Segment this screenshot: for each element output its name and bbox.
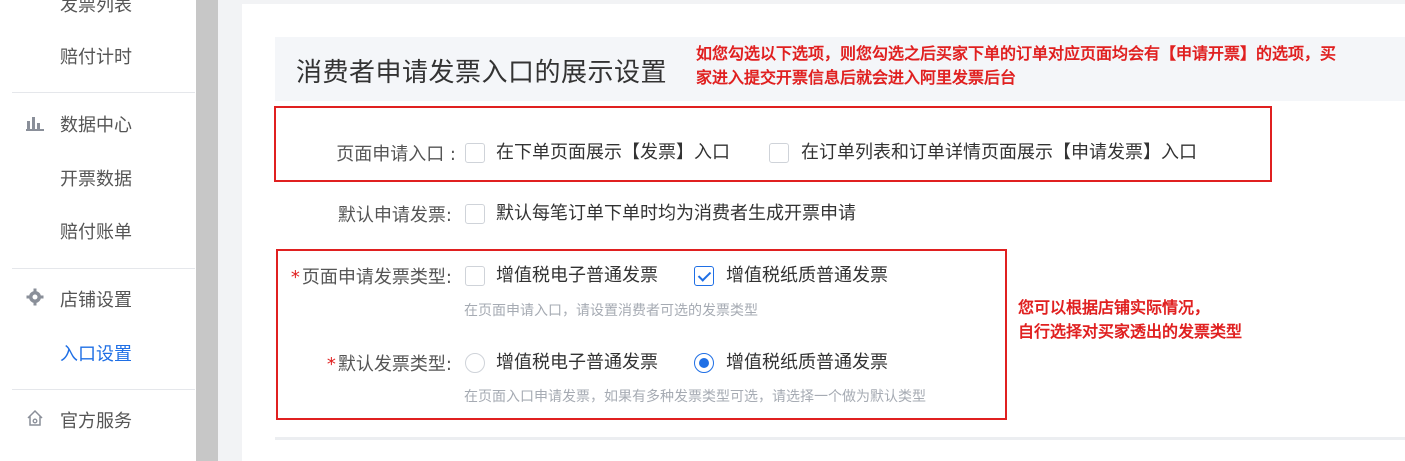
sidebar-divider xyxy=(12,92,195,93)
checkbox-electronic-invoice[interactable] xyxy=(465,266,485,286)
sidebar-group-data-center[interactable]: 数据中心 xyxy=(0,106,196,146)
sidebar-item-entry-settings[interactable]: 入口设置 xyxy=(0,335,196,375)
sidebar-group-label: 官方服务 xyxy=(60,411,132,432)
sidebar-item-label: 入口设置 xyxy=(60,344,132,365)
sidebar-item-compensation-bill[interactable]: 赔付账单 xyxy=(0,213,196,253)
option-label[interactable]: 增值税纸质普通发票 xyxy=(726,263,888,289)
option-label[interactable]: 在订单列表和订单详情页面展示【申请发票】入口 xyxy=(801,140,1197,166)
sidebar-item-invoice-list[interactable]: 发票列表 xyxy=(0,0,196,26)
sidebar: 发票列表 赔付计时 数据中心 开票数据 赔付账单 店铺设置 入口设置 官方服务 xyxy=(0,0,196,461)
annotation-side-line: 自行选择对买家透出的发票类型 xyxy=(1018,322,1243,341)
sidebar-divider xyxy=(12,389,195,390)
sidebar-item-compensation-timer[interactable]: 赔付计时 xyxy=(0,38,196,78)
invoice-types-label: * 页面申请发票类型: xyxy=(280,263,452,289)
option-label[interactable]: 增值税电子普通发票 xyxy=(496,350,658,376)
option-label[interactable]: 在下单页面展示【发票】入口 xyxy=(496,140,730,166)
invoice-types-hint: 在页面申请入口，请设置消费者可选的发票类型 xyxy=(464,303,758,319)
content-gutter xyxy=(218,0,242,461)
default-type-label-text: 默认发票类型: xyxy=(337,354,452,375)
gear-icon xyxy=(24,281,46,321)
checkbox-paper-invoice[interactable] xyxy=(694,266,714,286)
checkbox-order-list-entry[interactable] xyxy=(769,143,789,163)
option-label[interactable]: 默认每笔订单下单时均为消费者生成开票申请 xyxy=(496,201,856,227)
default-type-hint: 在页面入口申请发票，如果有多种发票类型可选，请选择一个做为默认类型 xyxy=(464,389,926,405)
page-title: 消费者申请发票入口的展示设置 xyxy=(296,58,668,88)
radio-electronic-invoice[interactable] xyxy=(465,353,485,373)
annotation-side-line: 您可以根据店铺实际情况， xyxy=(1018,298,1211,317)
required-mark: * xyxy=(326,354,336,375)
bar-chart-icon xyxy=(24,106,46,146)
sidebar-group-store-settings[interactable]: 店铺设置 xyxy=(0,281,196,321)
sidebar-scrollbar[interactable] xyxy=(196,0,218,461)
sidebar-group-label: 数据中心 xyxy=(60,115,132,136)
sidebar-item-label: 赔付账单 xyxy=(60,222,132,243)
sidebar-group-label: 店铺设置 xyxy=(60,290,132,311)
sidebar-group-official-services[interactable]: 官方服务 xyxy=(0,402,196,442)
checkbox-default-apply[interactable] xyxy=(465,204,485,224)
home-icon xyxy=(24,402,46,442)
sidebar-item-label: 赔付计时 xyxy=(60,47,132,68)
option-label[interactable]: 增值税电子普通发票 xyxy=(496,263,658,289)
default-type-label: * 默认发票类型: xyxy=(300,350,452,376)
radio-paper-invoice[interactable] xyxy=(694,353,714,373)
option-label[interactable]: 增值税纸质普通发票 xyxy=(726,350,888,376)
annotation-side: 您可以根据店铺实际情况， 自行选择对买家透出的发票类型 xyxy=(1018,296,1398,344)
annotation-top: 如您勾选以下选项，则您勾选之后买家下单的订单对应页面均会有【申请开票】的选项，买… xyxy=(696,44,1337,87)
default-apply-label: 默认申请发票: xyxy=(337,205,452,226)
checkbox-order-page-entry[interactable] xyxy=(465,143,485,163)
required-mark: * xyxy=(290,267,300,288)
main-top-gap xyxy=(242,0,1405,4)
sidebar-item-label: 发票列表 xyxy=(60,0,132,16)
entry-label: 页面申请入口 : xyxy=(336,144,456,165)
sidebar-item-label: 开票数据 xyxy=(60,169,132,190)
sidebar-item-invoice-data[interactable]: 开票数据 xyxy=(0,160,196,200)
sidebar-divider xyxy=(12,268,195,269)
section-bottom-divider xyxy=(275,437,1405,440)
invoice-types-label-text: 页面申请发票类型: xyxy=(301,267,452,288)
